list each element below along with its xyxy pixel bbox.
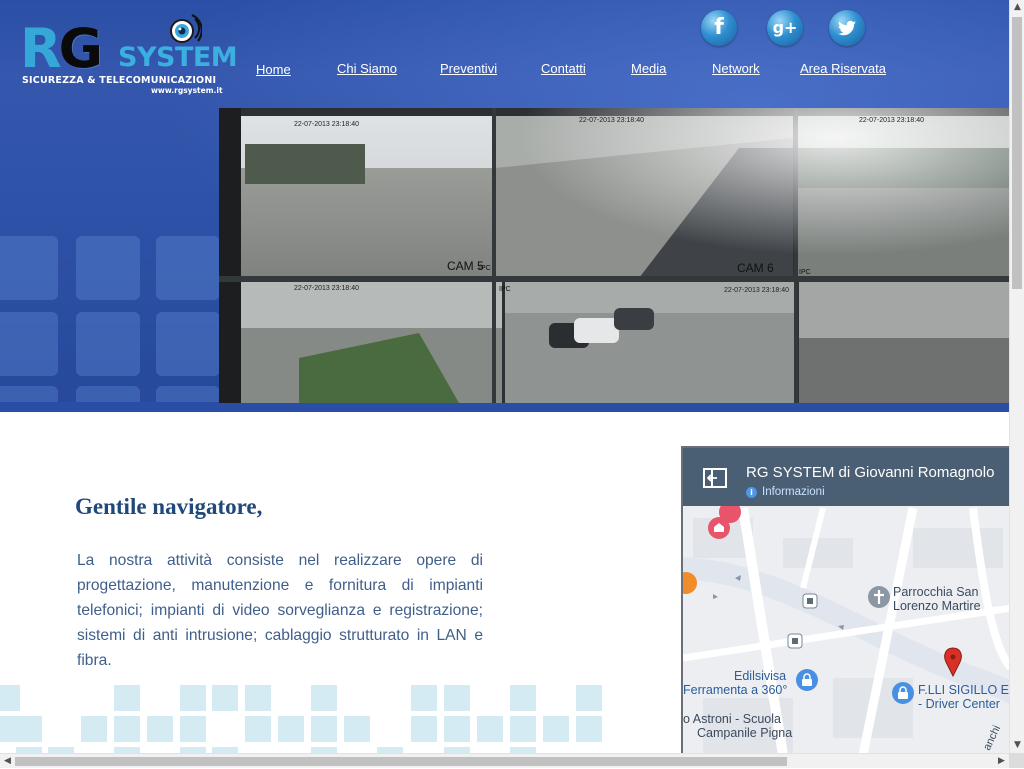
decor-square <box>156 236 220 300</box>
site-logo[interactable]: RG SYSTEM SICUREZZA & TELECOMUNICAZIONI … <box>18 10 238 98</box>
decor-square <box>0 312 58 376</box>
cam-timestamp: 22-07-2013 23:18:40 <box>724 287 789 294</box>
embedded-google-map[interactable]: Parrocchia San Lorenzo Martire Edilsivisa… <box>681 446 1009 753</box>
bus-stop-icon[interactable] <box>787 633 803 649</box>
nav-home[interactable]: Home <box>256 62 291 77</box>
decor-square <box>156 312 220 376</box>
scroll-left-arrow-icon[interactable]: ◀ <box>0 754 15 769</box>
cam-timestamp: 22-07-2013 23:18:40 <box>294 285 359 292</box>
ipc-tag: IPC <box>479 265 491 272</box>
horizontal-scroll-thumb[interactable] <box>15 757 787 766</box>
decor-square <box>76 312 140 376</box>
horizontal-scrollbar[interactable]: ◀ ▶ <box>0 753 1009 768</box>
info-icon: i <box>746 487 757 498</box>
twitter-icon <box>837 20 856 36</box>
map-label-sigillo[interactable]: F.LLI SIGILLO E- Driver Center <box>918 683 1009 711</box>
ipc-tag: IPC <box>499 286 511 293</box>
nav-contatti[interactable]: Contatti <box>541 61 586 76</box>
map-place-title[interactable]: RG SYSTEM di Giovanni Romagnolo <box>746 464 994 481</box>
map-label-scuola[interactable]: o Astroni - Scuola Campanile Pigna <box>683 712 792 740</box>
facebook-button[interactable]: f <box>701 10 737 46</box>
logo-rg: RG <box>20 17 103 80</box>
site-header: RG SYSTEM SICUREZZA & TELECOMUNICAZIONI … <box>0 0 1009 412</box>
page-viewport: RG SYSTEM SICUREZZA & TELECOMUNICAZIONI … <box>0 0 1009 753</box>
scrollbar-corner <box>1009 753 1024 768</box>
cam-timestamp: 22-07-2013 23:18:40 <box>579 117 644 124</box>
nav-chi-siamo[interactable]: Chi Siamo <box>337 61 397 76</box>
map-info-link[interactable]: Informazioni <box>762 486 825 498</box>
map-label-ferramenta[interactable]: Ferramenta a 360° <box>683 683 787 697</box>
nav-preventivi[interactable]: Preventivi <box>440 61 497 76</box>
cam-label-6: CAM 6 <box>737 261 774 275</box>
vertical-scroll-thumb[interactable] <box>1012 17 1022 289</box>
church-poi-icon[interactable] <box>868 586 890 608</box>
header-bottom-strip <box>0 402 1009 412</box>
hero-cctv-image: CAM 5 CAM 6 IPC IPC IPC 22-07-2013 23:18… <box>219 108 1009 403</box>
vertical-scrollbar[interactable]: ▲ ▼ <box>1009 0 1024 753</box>
nav-network[interactable]: Network <box>712 61 760 76</box>
twitter-button[interactable] <box>829 10 865 46</box>
cam-timestamp: 22-07-2013 23:18:40 <box>859 117 924 124</box>
decor-square <box>76 236 140 300</box>
shopping-poi-icon[interactable] <box>796 669 818 691</box>
welcome-heading: Gentile navigatore, <box>75 494 263 519</box>
scroll-right-arrow-icon[interactable]: ▶ <box>994 754 1009 769</box>
cctv-monitor-grid: CAM 5 CAM 6 IPC IPC IPC 22-07-2013 23:18… <box>219 108 1009 403</box>
googleplus-button[interactable]: g+ <box>767 10 803 46</box>
googleplus-icon: g+ <box>772 18 798 37</box>
map-label-edilsivisa[interactable]: Edilsivisa <box>734 669 786 683</box>
shopping-poi-icon[interactable] <box>892 682 914 704</box>
scroll-up-arrow-icon[interactable]: ▲ <box>1010 0 1024 15</box>
logo-tagline: SICUREZZA & TELECOMUNICAZIONI <box>22 75 217 86</box>
cam-timestamp: 22-07-2013 23:18:40 <box>294 121 359 128</box>
map-label-parrocchia[interactable]: Parrocchia San Lorenzo Martire <box>893 585 981 613</box>
logo-url: www.rgsystem.it <box>151 86 223 95</box>
bus-stop-icon[interactable] <box>802 593 818 609</box>
facebook-icon: f <box>714 15 724 40</box>
nav-media[interactable]: Media <box>631 61 666 76</box>
scroll-down-arrow-icon[interactable]: ▼ <box>1010 738 1024 753</box>
eye-camera-icon <box>170 14 202 43</box>
ipc-tag: IPC <box>799 269 811 276</box>
nav-area-riservata[interactable]: Area Riservata <box>800 61 886 76</box>
open-map-expand-icon[interactable] <box>702 467 728 489</box>
intro-paragraph: La nostra attività consiste nel realizza… <box>77 552 483 669</box>
map-info-header: RG SYSTEM di Giovanni Romagnolo i Inform… <box>683 448 1009 506</box>
decor-square <box>0 236 58 300</box>
